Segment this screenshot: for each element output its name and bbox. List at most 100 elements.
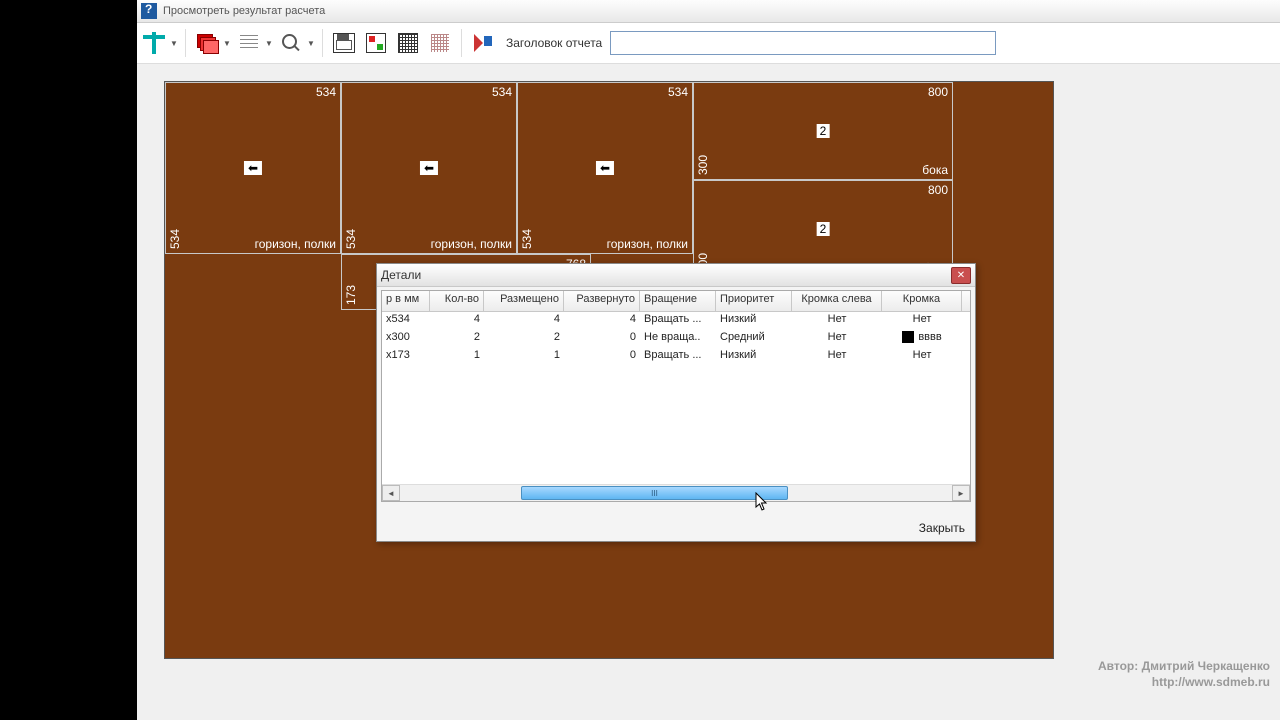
credits-url: http://www.sdmeb.ru <box>1098 674 1270 690</box>
cell: Низкий <box>716 348 792 366</box>
cell: x534 <box>382 312 430 330</box>
cell: Низкий <box>716 312 792 330</box>
table-row[interactable]: x534444Вращать ...НизкийНетНет <box>382 312 970 330</box>
tool-grid[interactable] <box>425 28 455 58</box>
panel-arrow-icon: ⬅ <box>244 161 262 175</box>
cell: Нет <box>792 312 882 330</box>
report-title-input[interactable] <box>610 31 996 55</box>
panel-height-label: 300 <box>696 155 710 175</box>
col-edge-right[interactable]: Кромка <box>882 291 962 311</box>
grid-icon <box>431 34 449 52</box>
dialog-title: Детали <box>381 268 421 282</box>
cell: 4 <box>430 312 484 330</box>
cell: Вращать ... <box>640 312 716 330</box>
table-row[interactable]: x173110Вращать ...НизкийНетНет <box>382 348 970 366</box>
col-rotation[interactable]: Вращение <box>640 291 716 311</box>
panel-name-label: бока <box>922 163 948 177</box>
grid-header: р в мм Кол-во Размещено Развернуто Враще… <box>382 291 970 312</box>
panel-width-label: 534 <box>492 85 512 99</box>
cell: вввв <box>882 330 962 348</box>
cell: 1 <box>430 348 484 366</box>
scroll-track[interactable]: III <box>401 486 951 500</box>
cut-panel[interactable]: 800 300 бока 2 <box>693 82 953 180</box>
cell: Нет <box>882 348 962 366</box>
tool-device[interactable] <box>393 28 423 58</box>
panel-arrow-icon: ⬅ <box>596 161 614 175</box>
panel-height-label: 534 <box>520 229 534 249</box>
panel-height-label: 534 <box>344 229 358 249</box>
panel-arrow-icon: ⬅ <box>420 161 438 175</box>
panel-index-badge: 2 <box>817 222 830 236</box>
window-title: Просмотреть результат расчета <box>163 5 325 17</box>
cell: Нет <box>882 312 962 330</box>
color-squares-icon <box>366 33 386 53</box>
cut-panel[interactable]: 534 534 горизон, полки ⬅ <box>165 82 341 254</box>
close-button[interactable]: Закрыть <box>919 521 965 535</box>
col-placed[interactable]: Размещено <box>484 291 564 311</box>
grid-h-scrollbar[interactable]: ◄ III ► <box>382 484 970 501</box>
list-icon <box>240 35 258 51</box>
app-window: Просмотреть результат расчета ▼ ▼ ▼ ▼ За… <box>137 0 1280 720</box>
cut-panel[interactable]: 534534горизон, полки⬅ <box>517 82 693 254</box>
scroll-right-button[interactable]: ► <box>952 485 970 501</box>
cell: 0 <box>564 348 640 366</box>
toolbar: ▼ ▼ ▼ ▼ Заголовок отчета <box>137 23 1280 64</box>
stack-icon <box>197 34 217 52</box>
scroll-left-button[interactable]: ◄ <box>382 485 400 501</box>
tool-list-dropdown[interactable]: ▼ <box>264 29 274 57</box>
col-rotated[interactable]: Развернуто <box>564 291 640 311</box>
panel-width-label: 800 <box>928 183 948 197</box>
tool-sheets-dropdown[interactable]: ▼ <box>222 29 232 57</box>
title-bar[interactable]: Просмотреть результат расчета <box>137 0 1280 23</box>
details-grid[interactable]: р в мм Кол-во Размещено Развернуто Враще… <box>381 290 971 502</box>
panel-height-label: 173 <box>344 285 358 305</box>
cell: Средний <box>716 330 792 348</box>
tool-report[interactable] <box>468 28 498 58</box>
panel-name-label: горизон, полки <box>431 237 512 251</box>
panel-name-label: горизон, полки <box>255 237 336 251</box>
color-swatch-icon <box>902 331 914 343</box>
panel-width-label: 534 <box>316 85 336 99</box>
cell: 4 <box>484 312 564 330</box>
separator <box>461 29 462 57</box>
cell: x300 <box>382 330 430 348</box>
col-priority[interactable]: Приоритет <box>716 291 792 311</box>
cell: Вращать ... <box>640 348 716 366</box>
panel-height-label: 534 <box>168 229 182 249</box>
cell: 0 <box>564 330 640 348</box>
panel-index-badge: 2 <box>817 124 830 138</box>
tool-measure-dropdown[interactable]: ▼ <box>169 29 179 57</box>
cell: x173 <box>382 348 430 366</box>
separator <box>185 29 186 57</box>
cut-panel[interactable]: 534 534 горизон, полки ⬅ <box>341 82 517 254</box>
tool-zoom[interactable] <box>276 28 306 58</box>
panel-width-label: 800 <box>928 85 948 99</box>
cell: 4 <box>564 312 640 330</box>
separator <box>322 29 323 57</box>
report-title-label: Заголовок отчета <box>506 36 602 50</box>
dialog-titlebar[interactable]: Детали ✕ <box>377 264 975 287</box>
tool-save[interactable] <box>329 28 359 58</box>
panel-name-label: горизон, полки <box>607 237 688 251</box>
floppy-icon <box>333 33 355 53</box>
cell: Нет <box>792 330 882 348</box>
cell: 2 <box>484 330 564 348</box>
tool-color[interactable] <box>361 28 391 58</box>
tool-sheets[interactable] <box>192 28 222 58</box>
tool-zoom-dropdown[interactable]: ▼ <box>306 29 316 57</box>
cell: Не враща.. <box>640 330 716 348</box>
cell: 1 <box>484 348 564 366</box>
details-dialog: Детали ✕ р в мм Кол-во Размещено Разверн… <box>376 263 976 542</box>
col-size[interactable]: р в мм <box>382 291 430 311</box>
table-row[interactable]: x300220Не враща..СреднийНетвввв <box>382 330 970 348</box>
col-edge-left[interactable]: Кромка слева <box>792 291 882 311</box>
machine-icon <box>398 33 418 53</box>
magnifier-icon <box>282 34 300 52</box>
tool-list[interactable] <box>234 28 264 58</box>
dialog-close-button[interactable]: ✕ <box>951 267 971 284</box>
tool-measure[interactable] <box>139 28 169 58</box>
col-qty[interactable]: Кол-во <box>430 291 484 311</box>
cell: 2 <box>430 330 484 348</box>
app-icon <box>141 3 157 19</box>
scroll-thumb[interactable]: III <box>521 486 788 500</box>
